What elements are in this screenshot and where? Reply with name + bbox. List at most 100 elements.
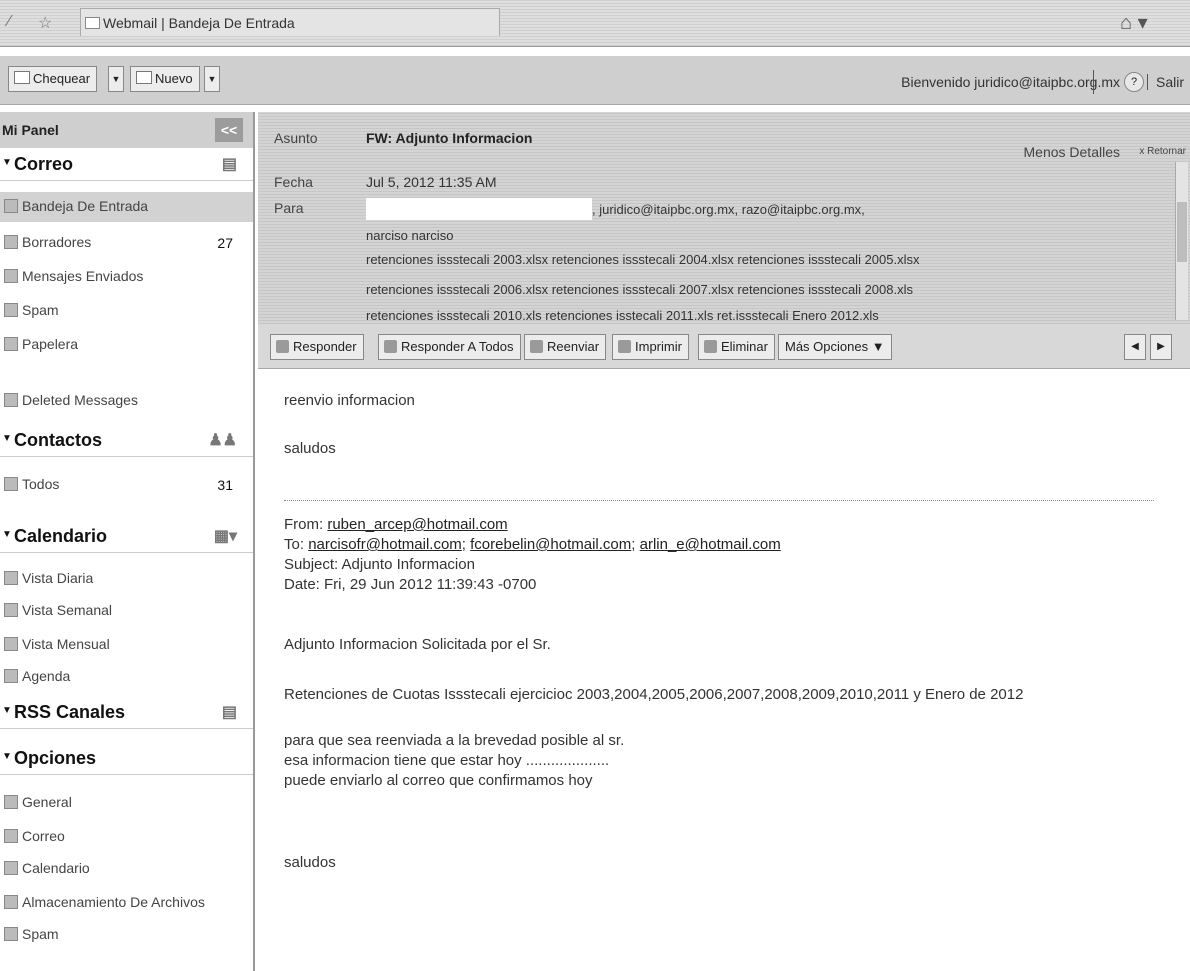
to-email-link[interactable]: arlin_e@hotmail.com xyxy=(640,536,781,553)
body-paragraph: esa informacion tiene que estar hoy ....… xyxy=(284,752,610,769)
to-label: Para xyxy=(274,200,304,216)
reply-all-button[interactable]: Responder A Todos xyxy=(378,334,521,360)
print-icon xyxy=(618,340,631,353)
less-details-link[interactable]: Menos Detalles xyxy=(1024,144,1121,160)
attachments-row-2[interactable]: retenciones issstecali 2006.xlsx retenci… xyxy=(366,282,913,297)
sidebar-item-trash[interactable]: Papelera xyxy=(0,330,253,360)
body-paragraph: Adjunto Informacion Solicitada por el Sr… xyxy=(284,636,551,653)
expand-arrow-icon: ▼ xyxy=(2,705,12,716)
from-email-link[interactable]: ruben_arcep@hotmail.com xyxy=(327,516,507,533)
section-contacts[interactable]: ▼ Contactos ♟♟ xyxy=(0,424,253,457)
sidebar-item-drafts[interactable]: Borradores 27 xyxy=(0,228,253,258)
sidebar-item-monthly-view[interactable]: Vista Mensual xyxy=(0,630,253,660)
logout-link[interactable]: Salir xyxy=(1146,74,1184,90)
attachments-row-3[interactable]: retenciones issstecali 2010.xls retencio… xyxy=(366,308,879,322)
contacts-count: 31 xyxy=(217,477,233,493)
sidebar-item-deleted-messages[interactable]: Deleted Messages xyxy=(0,386,253,416)
sidebar: Mi Panel << ▼ Correo ▤ Bandeja De Entrad… xyxy=(0,112,255,971)
back-icon[interactable]: ⁄ xyxy=(8,13,11,31)
sidebar-item-inbox[interactable]: Bandeja De Entrada xyxy=(0,192,253,222)
forwarded-from: From: ruben_arcep@hotmail.com xyxy=(284,516,508,533)
section-calendar[interactable]: ▼ Calendario ▦▾ xyxy=(0,520,253,553)
message-header: Asunto FW: Adjunto Informacion Menos Det… xyxy=(258,112,1190,324)
drafts-icon xyxy=(4,235,18,249)
envelope-icon xyxy=(14,71,30,84)
sidebar-item-file-storage[interactable]: Almacenamiento De Archivos xyxy=(0,888,253,918)
delete-button[interactable]: Eliminar xyxy=(698,334,775,360)
sidebar-item-label: Calendario xyxy=(22,860,90,876)
delete-label: Eliminar xyxy=(721,339,768,354)
redacted-recipient xyxy=(366,198,592,220)
contacts-icon[interactable]: ♟♟ xyxy=(208,430,237,450)
drafts-count: 27 xyxy=(217,235,233,251)
favorites-star-icon[interactable]: ☆ xyxy=(38,13,52,33)
section-mail-title: Correo xyxy=(14,154,74,174)
calendar-month-icon xyxy=(4,637,18,651)
previous-message-button[interactable]: ◀ xyxy=(1124,334,1146,360)
new-message-button[interactable]: Nuevo xyxy=(130,66,200,92)
to-email-link[interactable]: fcorebelin@hotmail.com xyxy=(470,536,631,553)
rss-icon[interactable]: ▤ xyxy=(222,702,237,722)
sidebar-item-calendar-options[interactable]: Calendario xyxy=(0,854,253,884)
section-options-title: Opciones xyxy=(14,748,97,768)
scrollbar-thumb[interactable] xyxy=(1177,202,1187,262)
reply-icon xyxy=(276,340,289,353)
forward-icon xyxy=(530,340,543,353)
sidebar-item-spam-options[interactable]: Spam xyxy=(0,920,253,950)
browser-tab[interactable]: Webmail | Bandeja De Entrada xyxy=(80,8,500,36)
sidebar-item-mail-options[interactable]: Correo xyxy=(0,822,253,852)
more-options-button[interactable]: Más Opciones ▼ xyxy=(778,334,892,360)
expand-arrow-icon: ▼ xyxy=(2,529,12,540)
calendar-menu-icon[interactable]: ▦▾ xyxy=(214,526,237,546)
calendar-day-icon xyxy=(4,571,18,585)
sidebar-item-spam[interactable]: Spam xyxy=(0,296,253,326)
new-message-label: Nuevo xyxy=(155,71,193,86)
sidebar-item-all-contacts[interactable]: Todos 31 xyxy=(0,470,253,500)
section-options[interactable]: ▼ Opciones xyxy=(0,742,253,775)
section-calendar-title: Calendario xyxy=(14,526,108,546)
spam-icon xyxy=(4,303,18,317)
tab-title: Webmail | Bandeja De Entrada xyxy=(103,15,295,31)
section-mail[interactable]: ▼ Correo ▤ xyxy=(0,148,253,181)
new-message-dropdown[interactable]: ▼ xyxy=(204,66,220,92)
check-mail-dropdown[interactable]: ▼ xyxy=(108,66,124,92)
next-message-button[interactable]: ▶ xyxy=(1150,334,1172,360)
expand-arrow-icon: ▼ xyxy=(2,433,12,444)
storage-icon xyxy=(4,895,18,909)
section-rss[interactable]: ▼ RSS Canales ▤ xyxy=(0,696,253,729)
sidebar-item-label: Spam xyxy=(22,302,59,318)
sidebar-item-label: Bandeja De Entrada xyxy=(22,198,149,214)
sidebar-item-general[interactable]: General xyxy=(0,788,253,818)
help-icon[interactable]: ? xyxy=(1124,72,1144,92)
section-rss-title: RSS Canales xyxy=(14,702,126,722)
forward-button[interactable]: Reenviar xyxy=(524,334,607,360)
to-email-link[interactable]: narcisofr@hotmail.com xyxy=(308,536,462,553)
sidebar-item-sent[interactable]: Mensajes Enviados xyxy=(0,262,253,292)
message-date: Jul 5, 2012 11:35 AM xyxy=(366,174,497,190)
sent-icon xyxy=(4,269,18,283)
sidebar-item-label: Borradores xyxy=(22,234,92,250)
mail-settings-icon[interactable]: ▤ xyxy=(222,154,237,174)
sidebar-item-agenda[interactable]: Agenda xyxy=(0,662,253,692)
forwarded-subject: Subject: Adjunto Informacion xyxy=(284,556,475,573)
print-button[interactable]: Imprimir xyxy=(612,334,689,360)
to-label: To: xyxy=(284,536,309,553)
trash-icon xyxy=(4,337,18,351)
section-contacts-title: Contactos xyxy=(14,430,103,450)
reply-button[interactable]: Responder xyxy=(270,334,364,360)
check-mail-label: Chequear xyxy=(33,71,91,86)
sidebar-item-label: Todos xyxy=(22,476,60,492)
compose-icon xyxy=(136,71,152,84)
collapse-sidebar-button[interactable]: << xyxy=(215,118,243,142)
sidebar-item-daily-view[interactable]: Vista Diaria xyxy=(0,564,253,594)
sidebar-item-label: Deleted Messages xyxy=(22,392,138,408)
attachments-row-1[interactable]: retenciones issstecali 2003.xlsx retenci… xyxy=(366,252,920,267)
subject-label: Asunto xyxy=(274,130,318,146)
home-icon[interactable]: ⌂ ▾ xyxy=(1120,10,1148,35)
contacts-group-icon xyxy=(4,477,18,491)
sidebar-item-weekly-view[interactable]: Vista Semanal xyxy=(0,596,253,626)
check-mail-button[interactable]: Chequear xyxy=(8,66,98,92)
return-link[interactable]: x Retornar xyxy=(1139,146,1186,157)
divider xyxy=(284,500,1154,501)
header-scrollbar[interactable] xyxy=(1175,162,1188,320)
